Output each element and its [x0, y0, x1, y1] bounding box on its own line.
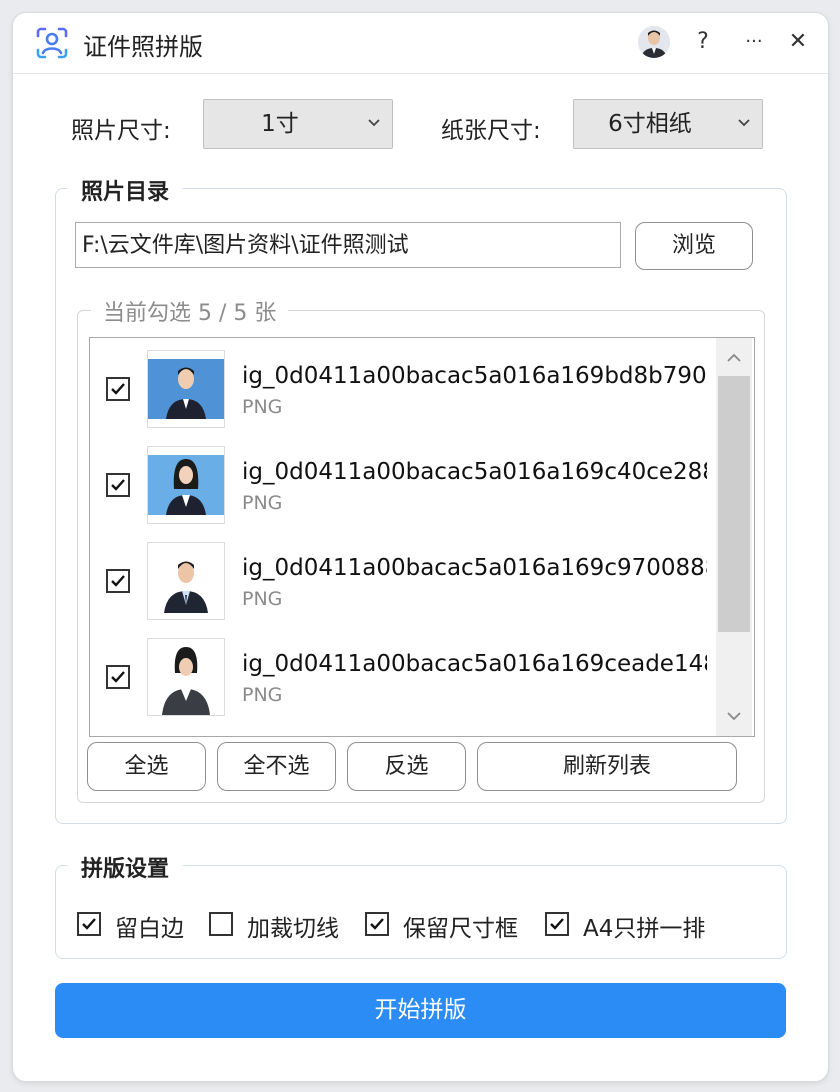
photo-thumbnail: [147, 638, 225, 716]
selection-count: 当前勾选 5 / 5 张: [91, 295, 289, 327]
select-none-button[interactable]: 全不选: [217, 742, 336, 791]
photo-size-label: 照片尺寸:: [71, 118, 171, 144]
portrait-image: [148, 447, 224, 523]
check-icon: [370, 918, 384, 930]
check-icon: [550, 918, 564, 930]
photo-dir-title: 照片目录: [67, 174, 184, 206]
window-title: 证件照拼版: [83, 33, 203, 61]
close-button[interactable]: ✕: [781, 25, 815, 59]
file-checkbox[interactable]: [106, 569, 130, 593]
photo-thumbnail: [147, 446, 225, 524]
file-type: PNG: [242, 396, 283, 418]
browse-button[interactable]: 浏览: [635, 222, 753, 270]
option-checkbox[interactable]: [77, 912, 101, 936]
chevron-up-icon[interactable]: [724, 348, 744, 368]
option-checkbox[interactable]: [545, 912, 569, 936]
check-icon: [111, 575, 125, 587]
check-icon: [82, 918, 96, 930]
portrait-image: [148, 639, 224, 715]
user-avatar[interactable]: [638, 26, 670, 58]
portrait-image: [148, 351, 224, 427]
list-scrollbar[interactable]: [716, 338, 752, 736]
more-button[interactable]: ···: [737, 25, 771, 59]
list-item[interactable]: ig_0d0411a00bacac5a016a169ceade148 PNG: [90, 628, 714, 724]
list-item[interactable]: ig_0d0411a00bacac5a016a169bd8b7908 PNG: [90, 340, 714, 436]
check-icon: [111, 479, 125, 491]
option-label: 留白边: [115, 916, 184, 942]
photo-thumbnail: [147, 350, 225, 428]
invert-selection-button[interactable]: 反选: [347, 742, 466, 791]
option-checkbox[interactable]: [365, 912, 389, 936]
file-type: PNG: [242, 684, 283, 706]
list-item[interactable]: ig_0d0411a00bacac5a016a169c9700888 PNG: [90, 532, 714, 628]
chevron-down-icon[interactable]: [724, 706, 744, 726]
option-label: 保留尺寸框: [403, 916, 518, 942]
file-checkbox[interactable]: [106, 473, 130, 497]
check-icon: [111, 383, 125, 395]
title-bar: 证件照拼版 ? ··· ✕: [13, 13, 828, 74]
help-button[interactable]: ?: [686, 25, 720, 59]
start-layout-button[interactable]: 开始拼版: [55, 983, 786, 1038]
refresh-list-button[interactable]: 刷新列表: [477, 742, 737, 791]
chevron-down-icon: [368, 119, 380, 127]
directory-path-input[interactable]: F:\云文件库\图片资料\证件照测试: [75, 222, 621, 268]
select-all-button[interactable]: 全选: [87, 742, 206, 791]
portrait-image: [148, 543, 224, 619]
face-scan-icon: [36, 27, 68, 59]
photo-size-select[interactable]: 1寸: [203, 99, 393, 149]
file-name: ig_0d0411a00bacac5a016a169bd8b7908: [242, 363, 707, 389]
paper-size-select[interactable]: 6寸相纸: [573, 99, 763, 149]
check-icon: [111, 671, 125, 683]
scrollbar-thumb[interactable]: [718, 376, 750, 632]
file-type: PNG: [242, 588, 283, 610]
file-type: PNG: [242, 492, 283, 514]
file-checkbox[interactable]: [106, 377, 130, 401]
chevron-down-icon: [738, 119, 750, 127]
photo-size-value: 1寸: [261, 111, 299, 137]
file-list: ig_0d0411a00bacac5a016a169bd8b7908 PNG i…: [89, 337, 755, 737]
app-window: 证件照拼版 ? ··· ✕ 照片尺寸: 1寸 纸张尺寸: 6寸相纸 照片目录 F…: [12, 12, 829, 1082]
file-name: ig_0d0411a00bacac5a016a169ceade148: [242, 651, 707, 677]
avatar-image: [638, 26, 670, 58]
file-name: ig_0d0411a00bacac5a016a169c9700888: [242, 555, 707, 581]
list-item[interactable]: ig_0d0411a00bacac5a016a169c40ce2881 PNG: [90, 436, 714, 532]
photo-thumbnail: [147, 542, 225, 620]
option-checkbox[interactable]: [209, 912, 233, 936]
paper-size-label: 纸张尺寸:: [441, 118, 541, 144]
file-checkbox[interactable]: [106, 665, 130, 689]
file-name: ig_0d0411a00bacac5a016a169c40ce2881: [242, 459, 707, 485]
paper-size-value: 6寸相纸: [608, 111, 692, 137]
option-label: 加裁切线: [247, 916, 339, 942]
option-label: A4只拼一排: [583, 916, 706, 942]
layout-settings-title: 拼版设置: [67, 851, 184, 883]
